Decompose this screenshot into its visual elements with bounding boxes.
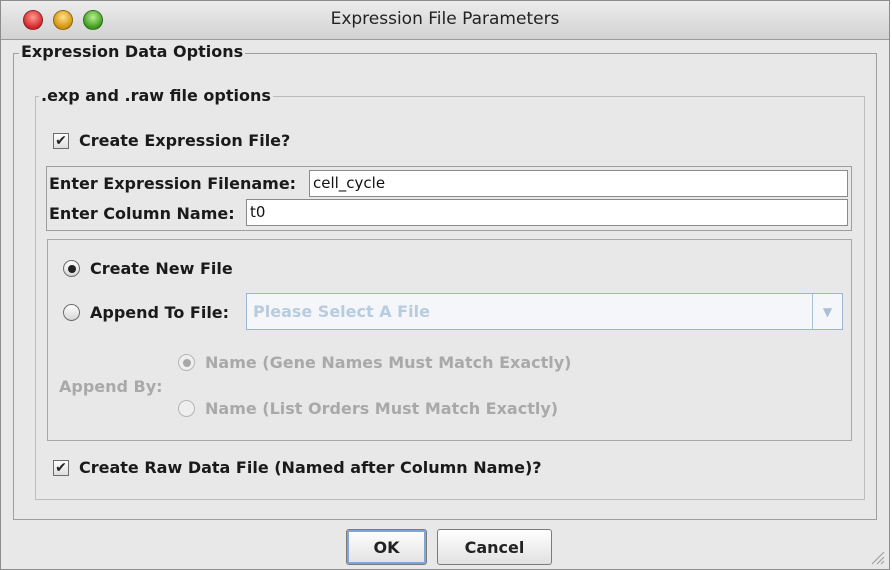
append-by-list-order-radio[interactable]	[178, 400, 195, 417]
checkmark-icon: ✔	[55, 459, 67, 476]
create-expression-file-checkbox[interactable]: ✔	[53, 132, 69, 149]
create-expression-file-label: Create Expression File?	[79, 131, 291, 150]
expression-filename-input[interactable]: cell_cycle	[309, 170, 848, 197]
expression-data-options-legend: Expression Data Options	[19, 42, 246, 61]
column-name-label: Enter Column Name:	[49, 204, 235, 223]
create-raw-file-row[interactable]: ✔ Create Raw Data File (Named after Colu…	[53, 458, 542, 477]
title-bar[interactable]: Expression File Parameters	[1, 1, 889, 40]
resize-grip-icon[interactable]	[869, 549, 885, 565]
chevron-down-icon[interactable]: ▼	[812, 294, 842, 329]
append-by-gene-names-radio[interactable]	[178, 354, 195, 371]
create-raw-file-checkbox[interactable]: ✔	[53, 459, 69, 476]
create-new-file-radio[interactable]	[63, 260, 80, 277]
expression-filename-label: Enter Expression Filename:	[49, 174, 297, 193]
file-options-legend: .exp and .raw file options	[39, 86, 273, 105]
create-new-file-row[interactable]: Create New File	[63, 259, 233, 278]
append-to-file-label: Append To File:	[90, 303, 230, 322]
create-expression-file-row[interactable]: ✔ Create Expression File?	[53, 131, 290, 150]
append-by-gene-names-label: Name (Gene Names Must Match Exactly)	[205, 353, 572, 372]
cancel-button[interactable]: Cancel	[437, 529, 552, 565]
create-raw-file-label: Create Raw Data File (Named after Column…	[79, 458, 542, 477]
create-new-file-label: Create New File	[90, 259, 233, 278]
window-title: Expression File Parameters	[330, 9, 560, 29]
append-file-select[interactable]: Please Select A File ▼	[246, 293, 843, 330]
append-by-list-order-row[interactable]: Name (List Orders Must Match Exactly)	[178, 399, 558, 418]
dialog-window: Expression File Parameters Expression Da…	[0, 0, 890, 570]
append-by-label: Append By:	[59, 377, 163, 396]
append-file-select-value: Please Select A File	[253, 302, 430, 321]
column-name-input[interactable]: t0	[246, 199, 848, 226]
ok-button[interactable]: OK	[346, 529, 427, 565]
append-to-file-row[interactable]: Append To File:	[63, 303, 229, 322]
append-by-list-order-label: Name (List Orders Must Match Exactly)	[205, 399, 559, 418]
checkmark-icon: ✔	[55, 132, 67, 149]
append-by-gene-names-row[interactable]: Name (Gene Names Must Match Exactly)	[178, 353, 571, 372]
append-to-file-radio[interactable]	[63, 304, 80, 321]
